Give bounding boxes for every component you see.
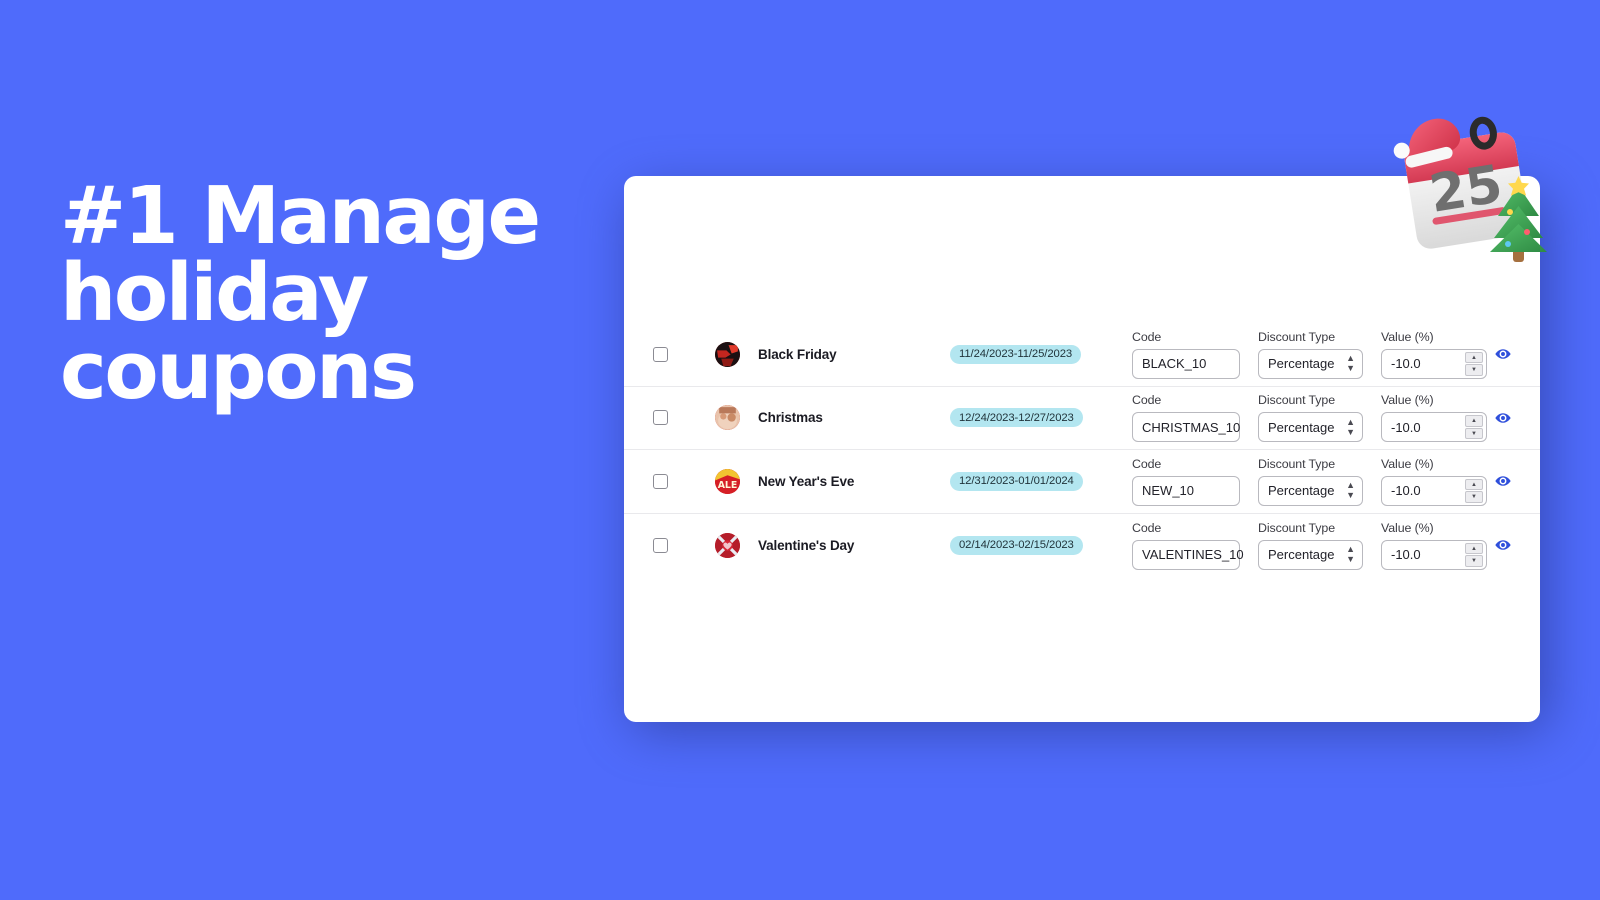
- table-row: Black Friday 11/24/2023-11/25/2023 Code …: [624, 323, 1540, 387]
- preview-eye-icon[interactable]: [1494, 409, 1512, 427]
- value-stepper[interactable]: ▲ ▼: [1465, 478, 1483, 503]
- stepper-up-icon[interactable]: ▲: [1465, 351, 1483, 364]
- date-range-badge: 02/14/2023-02/15/2023: [950, 535, 1083, 555]
- discount-type-select[interactable]: Percentage ▲ ▼: [1258, 412, 1363, 443]
- coupons-list: Black Friday 11/24/2023-11/25/2023 Code …: [624, 323, 1540, 577]
- row-checkbox-cell: [624, 346, 696, 362]
- coupon-name: New Year's Eve: [758, 473, 855, 489]
- stepper-down-icon[interactable]: ▼: [1465, 427, 1483, 440]
- coupon-name: Christmas: [758, 410, 823, 426]
- code-field: Code CHRISTMAS_10: [1132, 393, 1240, 443]
- stepper-up-icon[interactable]: ▲: [1465, 542, 1483, 555]
- stepper-up-icon[interactable]: ▲: [1465, 478, 1483, 491]
- row-avatar-cell: ALE: [696, 468, 758, 494]
- code-input[interactable]: VALENTINES_10: [1132, 539, 1244, 570]
- code-input[interactable]: CHRISTMAS_10: [1132, 412, 1240, 443]
- coupon-name: Black Friday: [758, 346, 837, 362]
- discount-type-value: Percentage: [1268, 483, 1335, 499]
- value-label: Value (%): [1381, 456, 1434, 471]
- avatar: [714, 341, 740, 367]
- value-label: Value (%): [1381, 520, 1434, 535]
- page-title-line-1: #1 Manage: [60, 170, 541, 262]
- value-stepper[interactable]: ▲ ▼: [1465, 415, 1483, 440]
- chevron-up-down-icon: ▲ ▼: [1346, 416, 1355, 437]
- code-label: Code: [1132, 393, 1162, 408]
- row-select-checkbox[interactable]: [652, 473, 668, 489]
- coupon-fields: Code CHRISTMAS_10 Discount Type Percenta…: [1132, 393, 1487, 443]
- page-title-line-3: coupons: [60, 324, 417, 417]
- coupon-fields: Code NEW_10 Discount Type Percentage ▲ ▼ …: [1132, 457, 1487, 506]
- row-avatar-cell: [696, 532, 758, 558]
- code-label: Code: [1132, 329, 1162, 344]
- chevron-up-down-icon: ▲ ▼: [1346, 544, 1355, 565]
- code-input[interactable]: BLACK_10: [1132, 348, 1240, 379]
- coupon-fields: Code VALENTINES_10 Discount Type Percent…: [1132, 521, 1487, 570]
- row-checkbox-cell: [624, 473, 696, 489]
- preview-eye-icon[interactable]: [1494, 345, 1512, 363]
- coupons-card: Black Friday 11/24/2023-11/25/2023 Code …: [624, 176, 1540, 722]
- avatar: [714, 532, 740, 558]
- discount-type-label: Discount Type: [1258, 520, 1335, 535]
- discount-type-field: Discount Type Percentage ▲ ▼: [1258, 330, 1363, 379]
- discount-type-select[interactable]: Percentage ▲ ▼: [1258, 539, 1363, 570]
- value-field: Value (%) -10.0 ▲ ▼: [1381, 521, 1487, 570]
- code-input[interactable]: NEW_10: [1132, 475, 1240, 506]
- stepper-up-icon[interactable]: ▲: [1465, 415, 1483, 427]
- date-range-badge: 12/31/2023-01/01/2024: [950, 471, 1083, 491]
- table-row: Christmas 12/24/2023-12/27/2023 Code CHR…: [624, 387, 1540, 450]
- date-range-badge: 11/24/2023-11/25/2023: [950, 344, 1082, 364]
- stepper-down-icon[interactable]: ▼: [1465, 491, 1483, 503]
- coupon-fields: Code BLACK_10 Discount Type Percentage ▲…: [1132, 330, 1487, 379]
- row-select-checkbox[interactable]: [652, 537, 668, 553]
- code-field: Code BLACK_10: [1132, 330, 1240, 379]
- value-label: Value (%): [1381, 329, 1434, 344]
- discount-type-label: Discount Type: [1258, 329, 1335, 344]
- preview-eye-icon[interactable]: [1494, 536, 1512, 554]
- discount-type-label: Discount Type: [1258, 393, 1335, 408]
- chevron-up-down-icon: ▲ ▼: [1346, 480, 1355, 501]
- row-select-checkbox[interactable]: [652, 410, 668, 426]
- table-row: Valentine's Day 02/14/2023-02/15/2023 Co…: [624, 514, 1540, 578]
- code-field: Code VALENTINES_10: [1132, 520, 1244, 570]
- code-field: Code NEW_10: [1132, 457, 1240, 506]
- code-label: Code: [1132, 520, 1162, 535]
- value-stepper[interactable]: ▲ ▼: [1465, 351, 1483, 376]
- row-avatar-cell: [696, 405, 758, 431]
- avatar: [714, 405, 740, 431]
- discount-type-select[interactable]: Percentage ▲ ▼: [1258, 475, 1363, 506]
- discount-type-value: Percentage: [1268, 547, 1335, 563]
- value-field: Value (%) -10.0 ▲ ▼: [1381, 330, 1487, 379]
- page-title: #1 Manage holiday coupons: [60, 170, 580, 417]
- code-label: Code: [1132, 456, 1162, 471]
- value-field: Value (%) -10.0 ▲ ▼: [1381, 393, 1487, 443]
- row-checkbox-cell: [624, 537, 696, 553]
- stepper-down-icon[interactable]: ▼: [1465, 555, 1483, 567]
- value-label: Value (%): [1381, 393, 1434, 408]
- row-select-checkbox[interactable]: [652, 346, 668, 362]
- date-range-cell: 02/14/2023-02/15/2023: [950, 535, 1096, 555]
- discount-type-label: Discount Type: [1258, 456, 1335, 471]
- date-range-badge: 12/24/2023-12/27/2023: [950, 408, 1083, 428]
- page-title-line-2: holiday: [60, 247, 369, 340]
- coupon-name: Valentine's Day: [758, 537, 855, 553]
- avatar: ALE: [714, 468, 740, 494]
- svg-text:ALE: ALE: [717, 480, 737, 491]
- discount-type-field: Discount Type Percentage ▲ ▼: [1258, 457, 1363, 506]
- discount-type-select[interactable]: Percentage ▲ ▼: [1258, 348, 1363, 379]
- value-field: Value (%) -10.0 ▲ ▼: [1381, 457, 1487, 506]
- table-row: ALE New Year's Eve 12/31/2023-01/01/2024…: [624, 450, 1540, 514]
- row-checkbox-cell: [624, 410, 696, 426]
- discount-type-field: Discount Type Percentage ▲ ▼: [1258, 521, 1363, 570]
- date-range-cell: 12/31/2023-01/01/2024: [950, 471, 1096, 491]
- row-avatar-cell: [696, 341, 758, 367]
- chevron-up-down-icon: ▲ ▼: [1346, 353, 1355, 374]
- preview-eye-icon[interactable]: [1494, 472, 1512, 490]
- stepper-down-icon[interactable]: ▼: [1465, 364, 1483, 376]
- discount-type-value: Percentage: [1268, 419, 1335, 435]
- discount-type-field: Discount Type Percentage ▲ ▼: [1258, 393, 1363, 443]
- date-range-cell: 12/24/2023-12/27/2023: [950, 408, 1096, 428]
- date-range-cell: 11/24/2023-11/25/2023: [950, 344, 1096, 364]
- value-stepper[interactable]: ▲ ▼: [1465, 542, 1483, 567]
- discount-type-value: Percentage: [1268, 356, 1335, 372]
